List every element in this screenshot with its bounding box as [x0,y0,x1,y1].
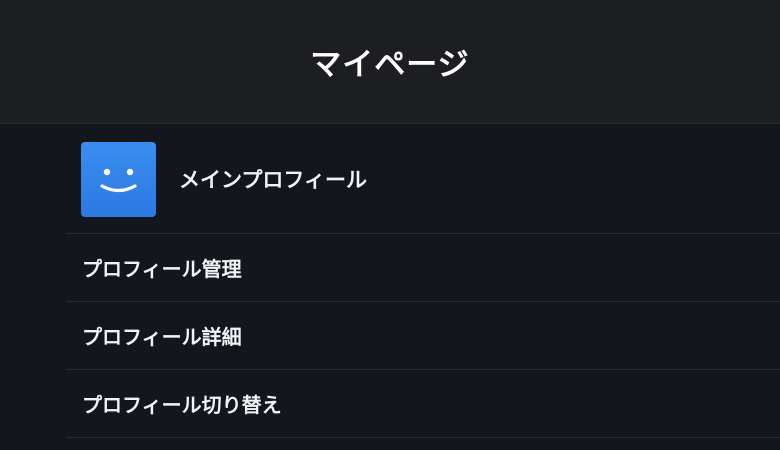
page-header: マイページ [0,0,780,124]
avatar [81,141,156,217]
current-profile-row[interactable]: メインプロフィール [66,125,780,234]
my-page-screen: マイページ メインプロフィール プロフィール管理 プロフィール詳細 プロフィール… [0,0,780,450]
menu-item-profile-management[interactable]: プロフィール管理 [66,234,780,302]
menu-item-label: プロフィール管理 [82,257,242,281]
my-page-menu: メインプロフィール プロフィール管理 プロフィール詳細 プロフィール切り替え [66,125,780,438]
menu-item-profile-details[interactable]: プロフィール詳細 [66,302,780,370]
menu-item-label: プロフィール切り替え [82,393,282,417]
profile-name: メインプロフィール [179,168,367,192]
menu-item-switch-profile[interactable]: プロフィール切り替え [66,370,780,438]
menu-item-label: プロフィール詳細 [82,325,242,349]
page-title: マイページ [310,47,470,83]
smiley-face-icon [100,168,137,192]
